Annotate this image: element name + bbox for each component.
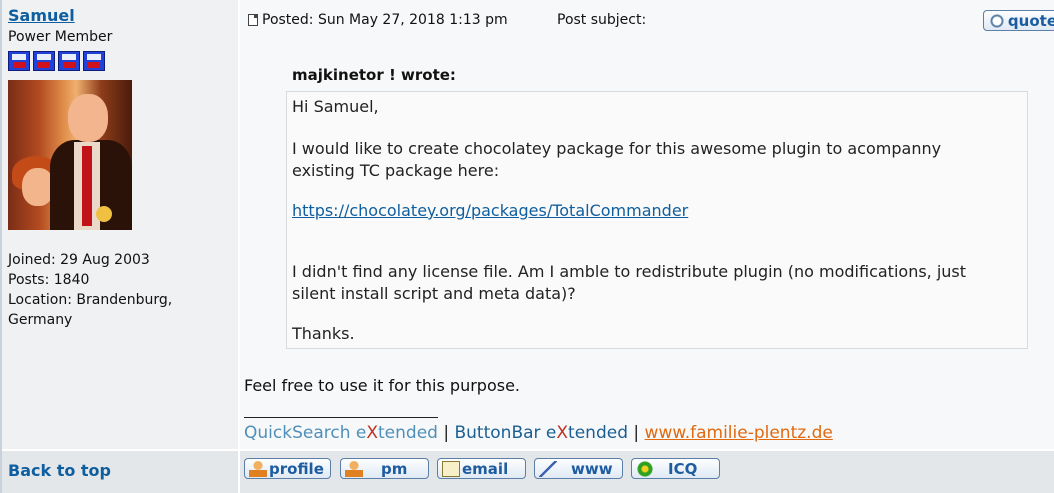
quote-button[interactable]: quote [983,10,1054,31]
post-reply-text: Feel free to use it for this purpose. [244,376,520,395]
quote-line: Hi Samuel, [292,97,379,116]
email-button-label: email [462,459,509,478]
floppy-disk-icon [33,51,55,71]
quote-box [286,91,1028,349]
quicksearch-extended-link[interactable]: QuickSearch eXtended [244,423,438,443]
icq-button-label: ICQ [668,459,698,478]
back-to-top-link[interactable]: Back to top [8,461,111,480]
signature-divider [244,417,438,418]
quote-line: I would like to create chocolatey packag… [292,139,942,158]
signature-separator: | [437,423,455,443]
www-button[interactable]: www [534,458,623,479]
speech-bubble-icon [988,12,1006,29]
author-posts: Posts: 1840 [8,272,90,288]
rank-icons [8,51,105,71]
envelope-icon [442,460,460,477]
website-link[interactable]: www.familie-plentz.de [645,423,833,443]
forum-post: Samuel Power Member Joined: 29 Aug 2003 … [0,0,1054,493]
author-location-country: Germany [8,312,73,328]
icq-flower-icon [636,460,654,477]
email-button[interactable]: email [437,458,526,479]
author-location: Location: Brandenburg, [8,292,173,308]
quote-line: silent install script and meta data)? [292,284,576,303]
person-icon [249,460,267,477]
quote-author: majkinetor ! wrote: [292,66,456,84]
people-icon [345,460,363,477]
quote-line: existing TC package here: [292,161,500,180]
author-username-link[interactable]: Samuel [8,6,75,25]
floppy-disk-icon [83,51,105,71]
author-joined: Joined: 29 Aug 2003 [8,252,150,268]
floppy-disk-icon [8,51,30,71]
pm-button[interactable]: pm [340,458,429,479]
pm-button-label: pm [381,459,408,478]
www-button-label: www [571,459,613,478]
post-date: Posted: Sun May 27, 2018 1:13 pm [262,12,508,28]
quote-line: Thanks. [292,324,355,343]
quote-button-label: quote [1007,11,1054,30]
chocolatey-link[interactable]: https://chocolatey.org/packages/TotalCom… [292,201,688,220]
profile-button-label: profile [269,459,324,478]
house-icon [539,460,557,477]
signature: QuickSearch eXtended | ButtonBar eXtende… [244,423,833,443]
signature-separator: | [628,423,645,443]
profile-button[interactable]: profile [244,458,331,479]
author-rank: Power Member [8,29,113,45]
quote-line: I didn't find any license file. Am I amb… [292,262,967,281]
buttonbar-extended-link[interactable]: ButtonBar eXtended [455,423,629,443]
post-subject: Post subject: [557,12,647,28]
avatar [8,80,132,230]
icq-button[interactable]: ICQ [631,458,720,479]
floppy-disk-icon [58,51,80,71]
post-icon [248,14,258,26]
